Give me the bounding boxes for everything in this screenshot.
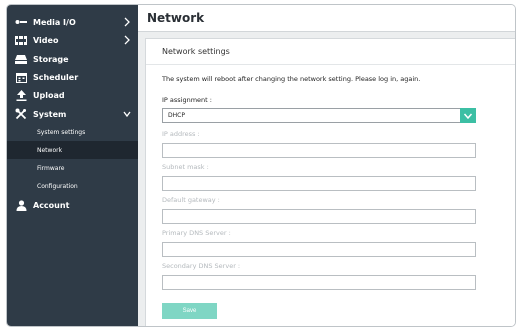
media-io-icon bbox=[15, 16, 27, 28]
chevron-right-icon bbox=[122, 34, 132, 46]
user-icon bbox=[15, 199, 27, 211]
ip-assignment-value: DHCP bbox=[168, 112, 185, 119]
subnet-mask-field[interactable] bbox=[162, 176, 476, 191]
sidebar-item-video[interactable]: Video bbox=[7, 31, 138, 49]
page-title: Network bbox=[147, 11, 205, 25]
secondary-dns-field[interactable] bbox=[162, 275, 476, 290]
sidebar-item-media-io[interactable]: Media I/O bbox=[7, 13, 138, 31]
sidebar-subitem-system-settings[interactable]: System settings bbox=[7, 123, 138, 141]
storage-icon bbox=[15, 53, 27, 65]
primary-dns-field[interactable] bbox=[162, 242, 476, 257]
ip-address-field[interactable] bbox=[162, 143, 476, 158]
sidebar-item-label: Upload bbox=[33, 90, 65, 100]
save-button[interactable]: Save bbox=[162, 303, 217, 319]
default-gateway-label: Default gateway : bbox=[162, 196, 220, 204]
sidebar-item-storage[interactable]: Storage bbox=[7, 50, 138, 68]
sidebar-item-label: Storage bbox=[33, 54, 69, 64]
sidebar-subitem-network[interactable]: Network bbox=[7, 141, 138, 159]
sidebar-subitem-label: Configuration bbox=[37, 182, 78, 190]
app-window: Media I/O Video Storage Scheduler Upload… bbox=[6, 4, 516, 327]
chevron-down-icon[interactable] bbox=[460, 108, 476, 123]
chevron-down-icon bbox=[122, 108, 132, 120]
sidebar-item-system[interactable]: System bbox=[7, 105, 138, 123]
card-title: Network settings bbox=[162, 47, 230, 56]
sidebar-item-label: Account bbox=[33, 200, 70, 210]
sidebar-item-upload[interactable]: Upload bbox=[7, 86, 138, 104]
reboot-notice: The system will reboot after changing th… bbox=[162, 75, 421, 83]
default-gateway-field[interactable] bbox=[162, 209, 476, 224]
calendar-icon bbox=[15, 71, 27, 83]
sidebar: Media I/O Video Storage Scheduler Upload… bbox=[7, 5, 138, 326]
primary-dns-label: Primary DNS Server : bbox=[162, 229, 231, 237]
sidebar-subitem-label: Network bbox=[37, 146, 63, 154]
ip-assignment-select[interactable]: DHCP bbox=[162, 108, 476, 123]
sidebar-item-scheduler[interactable]: Scheduler bbox=[7, 68, 138, 86]
sidebar-subitem-label: System settings bbox=[37, 128, 86, 136]
secondary-dns-label: Secondary DNS Server : bbox=[162, 262, 241, 270]
page-header: Network bbox=[138, 5, 515, 32]
ip-assignment-label: IP assignment : bbox=[162, 96, 212, 104]
upload-icon bbox=[15, 89, 27, 101]
sidebar-item-label: Scheduler bbox=[33, 72, 79, 82]
main-content: Network Network settings The system will… bbox=[138, 5, 515, 326]
tools-icon bbox=[15, 108, 27, 120]
network-settings-card: Network settings The system will reboot … bbox=[145, 38, 515, 326]
sidebar-item-label: Media I/O bbox=[33, 17, 76, 27]
sidebar-subitem-configuration[interactable]: Configuration bbox=[7, 177, 138, 195]
divider bbox=[146, 64, 515, 65]
subnet-mask-label: Subnet mask : bbox=[162, 163, 209, 171]
video-icon bbox=[15, 34, 27, 46]
sidebar-subitem-label: Firmware bbox=[37, 164, 65, 172]
sidebar-item-label: System bbox=[33, 109, 67, 119]
sidebar-item-account[interactable]: Account bbox=[7, 196, 138, 214]
sidebar-item-label: Video bbox=[33, 35, 59, 45]
chevron-right-icon bbox=[122, 16, 132, 28]
ip-address-label: IP address : bbox=[162, 130, 200, 138]
sidebar-subitem-firmware[interactable]: Firmware bbox=[7, 159, 138, 177]
